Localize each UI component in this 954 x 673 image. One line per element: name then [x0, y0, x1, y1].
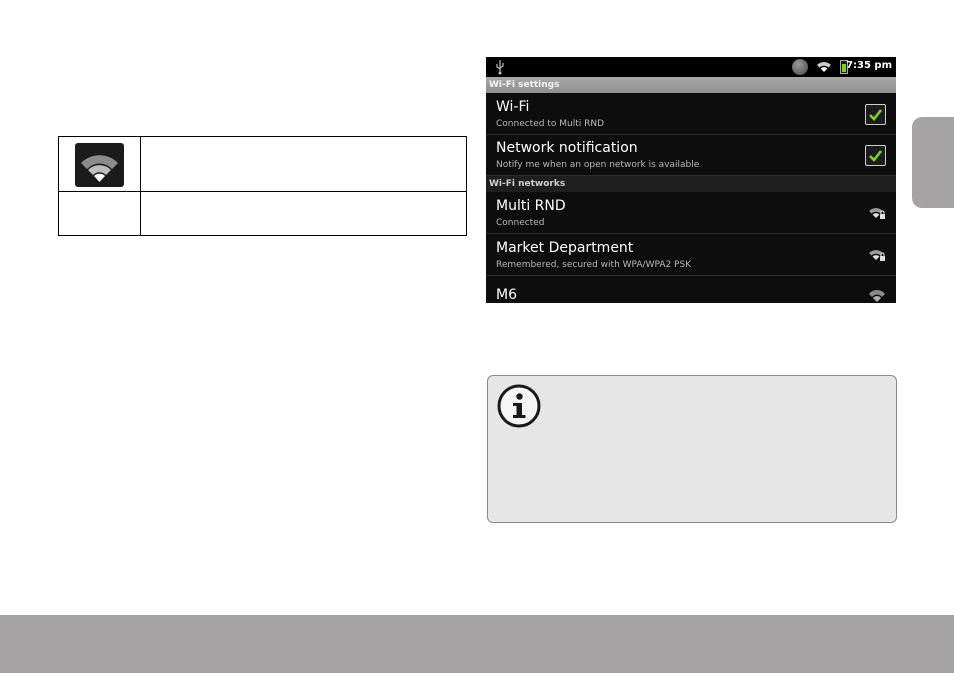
wifi-settings-screenshot: 7:35 pm Wi-Fi settings Wi-Fi Connected t… [486, 57, 896, 303]
network-item-market-department[interactable]: Market Department Remembered, secured wi… [486, 234, 896, 276]
network-status: Remembered, secured with WPA/WPA2 PSK [496, 260, 692, 270]
icon-table [58, 136, 467, 236]
info-note [487, 375, 897, 523]
checkmark-icon [869, 109, 883, 121]
network-notification-title: Network notification [496, 140, 638, 156]
network-notification-summary: Notify me when an open network is availa… [496, 160, 700, 170]
network-item-multi-rnd[interactable]: Multi RND Connected [486, 192, 896, 234]
checkmark-icon [869, 150, 883, 162]
table-row [59, 192, 466, 235]
wifi-title: Wi-Fi [496, 99, 530, 115]
footer-bar [0, 615, 954, 673]
status-bar: 7:35 pm [486, 57, 896, 77]
network-name: Multi RND [496, 198, 566, 214]
network-status: Connected [496, 218, 545, 228]
wifi-signal-icon [75, 143, 124, 187]
usb-icon [496, 60, 504, 75]
sync-globe-icon [792, 59, 808, 75]
wifi-signal-icon [869, 290, 885, 302]
network-notification-row[interactable]: Network notification Notify me when an o… [486, 135, 896, 176]
wifi-checkbox[interactable] [865, 104, 886, 125]
wifi-summary: Connected to Multi RND [496, 119, 604, 129]
status-time: 7:35 pm [846, 60, 892, 71]
wifi-status-icon [817, 62, 831, 72]
section-header-wifi-networks: Wi-Fi networks [486, 176, 896, 192]
section-header-wifi-settings: Wi-Fi settings [486, 77, 896, 93]
network-name: M6 [496, 287, 517, 303]
network-name: Market Department [496, 240, 634, 256]
secured-wifi-signal-icon [869, 208, 885, 219]
wifi-toggle-row[interactable]: Wi-Fi Connected to Multi RND [486, 93, 896, 135]
info-icon [497, 384, 541, 428]
network-item-m6[interactable]: M6 [486, 276, 896, 303]
side-tab [912, 117, 954, 208]
table-row [59, 137, 466, 192]
secured-wifi-signal-icon [869, 250, 885, 261]
network-notification-checkbox[interactable] [865, 145, 886, 166]
